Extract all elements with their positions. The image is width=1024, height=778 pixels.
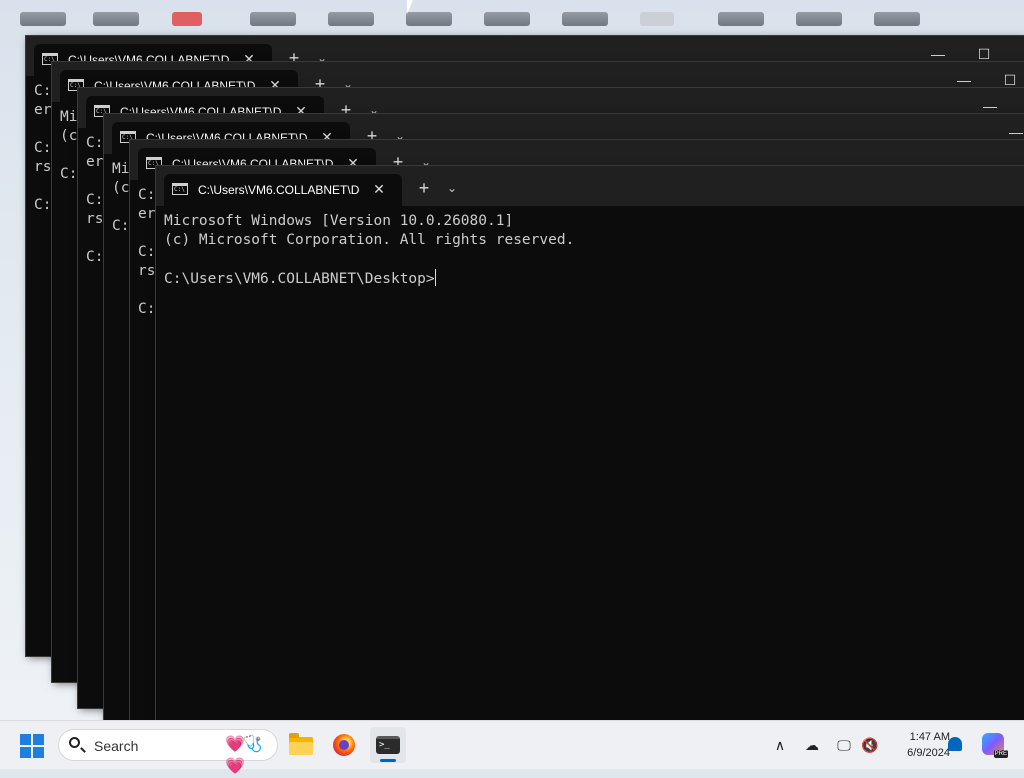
tab-title: C:\Users\VM6.COLLABNET\De — [198, 183, 360, 197]
desktop: C:\Users\VM6.COLLABNET\Ds ✕ + ⌄ — ☐ C: e… — [0, 0, 1024, 720]
search-placeholder: Search — [94, 738, 139, 754]
output-line: Microsoft Windows [Version 10.0.26080.1] — [164, 213, 514, 229]
file-explorer-button[interactable] — [282, 727, 318, 763]
minimize-button[interactable]: — — [1006, 122, 1024, 142]
terminal-taskbar-button[interactable] — [370, 727, 406, 763]
search-highlight-art-icon: 💗🩺💗 — [225, 736, 263, 775]
maximize-button[interactable]: ☐ — [1000, 70, 1020, 90]
active-app-indicator — [380, 759, 396, 762]
desktop-icon[interactable] — [172, 12, 202, 26]
folder-icon — [289, 733, 313, 755]
desktop-icon[interactable] — [20, 12, 66, 26]
windows-logo-icon — [20, 734, 31, 745]
maximize-button[interactable]: ☐ — [974, 44, 994, 64]
onedrive-offline-icon[interactable]: ☁ — [802, 735, 822, 755]
tab-dropdown-button[interactable]: ⌄ — [444, 178, 460, 198]
terminal-tab-active[interactable]: C:\Users\VM6.COLLABNET\De ✕ — [164, 174, 402, 206]
copilot-icon[interactable]: PRE — [982, 733, 1008, 758]
new-tab-button[interactable]: + — [414, 178, 434, 198]
taskbar-search-box[interactable]: Search 💗🩺💗 — [58, 729, 278, 775]
copilot-badge: PRE — [993, 750, 1008, 758]
desktop-icon[interactable] — [328, 12, 374, 26]
desktop-icon[interactable] — [874, 12, 920, 26]
cmd-icon — [172, 183, 188, 195]
minimize-button[interactable]: — — [980, 96, 1000, 116]
notification-bell-icon[interactable] — [948, 737, 962, 751]
taskbar: Search 💗🩺💗 ∧ ☁ 🖵 🔇 1:47 AM 6/9/2024 PRE — [0, 720, 1024, 775]
mouse-pointer-icon — [407, 0, 419, 14]
minimize-button[interactable]: — — [954, 70, 974, 90]
desktop-icon[interactable] — [796, 12, 842, 26]
firefox-icon — [333, 734, 355, 756]
firefox-button[interactable] — [326, 727, 362, 763]
start-button[interactable] — [20, 734, 44, 758]
terminal-window-active[interactable]: C:\Users\VM6.COLLABNET\De ✕ + ⌄ Microsof… — [156, 166, 1024, 720]
search-icon — [69, 737, 80, 748]
desktop-icon[interactable] — [562, 12, 608, 26]
terminal-icon — [376, 736, 400, 754]
clock-time: 1:47 AM — [909, 731, 950, 743]
title-bar[interactable]: C:\Users\VM6.COLLABNET\De ✕ + ⌄ — [156, 166, 1024, 206]
desktop-icon[interactable] — [406, 12, 452, 26]
system-clock[interactable]: 1:47 AM 6/9/2024 — [886, 729, 950, 761]
terminal-output[interactable]: Microsoft Windows [Version 10.0.26080.1]… — [164, 212, 1024, 720]
desktop-icon[interactable] — [484, 12, 530, 26]
text-cursor — [434, 269, 436, 286]
desktop-icon[interactable] — [718, 12, 764, 26]
close-tab-icon[interactable]: ✕ — [370, 180, 388, 198]
show-hidden-icons-button[interactable]: ∧ — [770, 735, 790, 755]
desktop-icon[interactable] — [640, 12, 674, 26]
network-icon[interactable]: 🖵 — [834, 735, 854, 755]
volume-muted-icon[interactable]: 🔇 — [860, 735, 880, 755]
output-line: (c) Microsoft Corporation. All rights re… — [164, 232, 575, 248]
desktop-icon[interactable] — [93, 12, 139, 26]
clock-date: 6/9/2024 — [907, 747, 950, 759]
minimize-button[interactable]: — — [928, 44, 948, 64]
desktop-icon[interactable] — [250, 12, 296, 26]
prompt-line: C:\Users\VM6.COLLABNET\Desktop> — [164, 271, 435, 287]
